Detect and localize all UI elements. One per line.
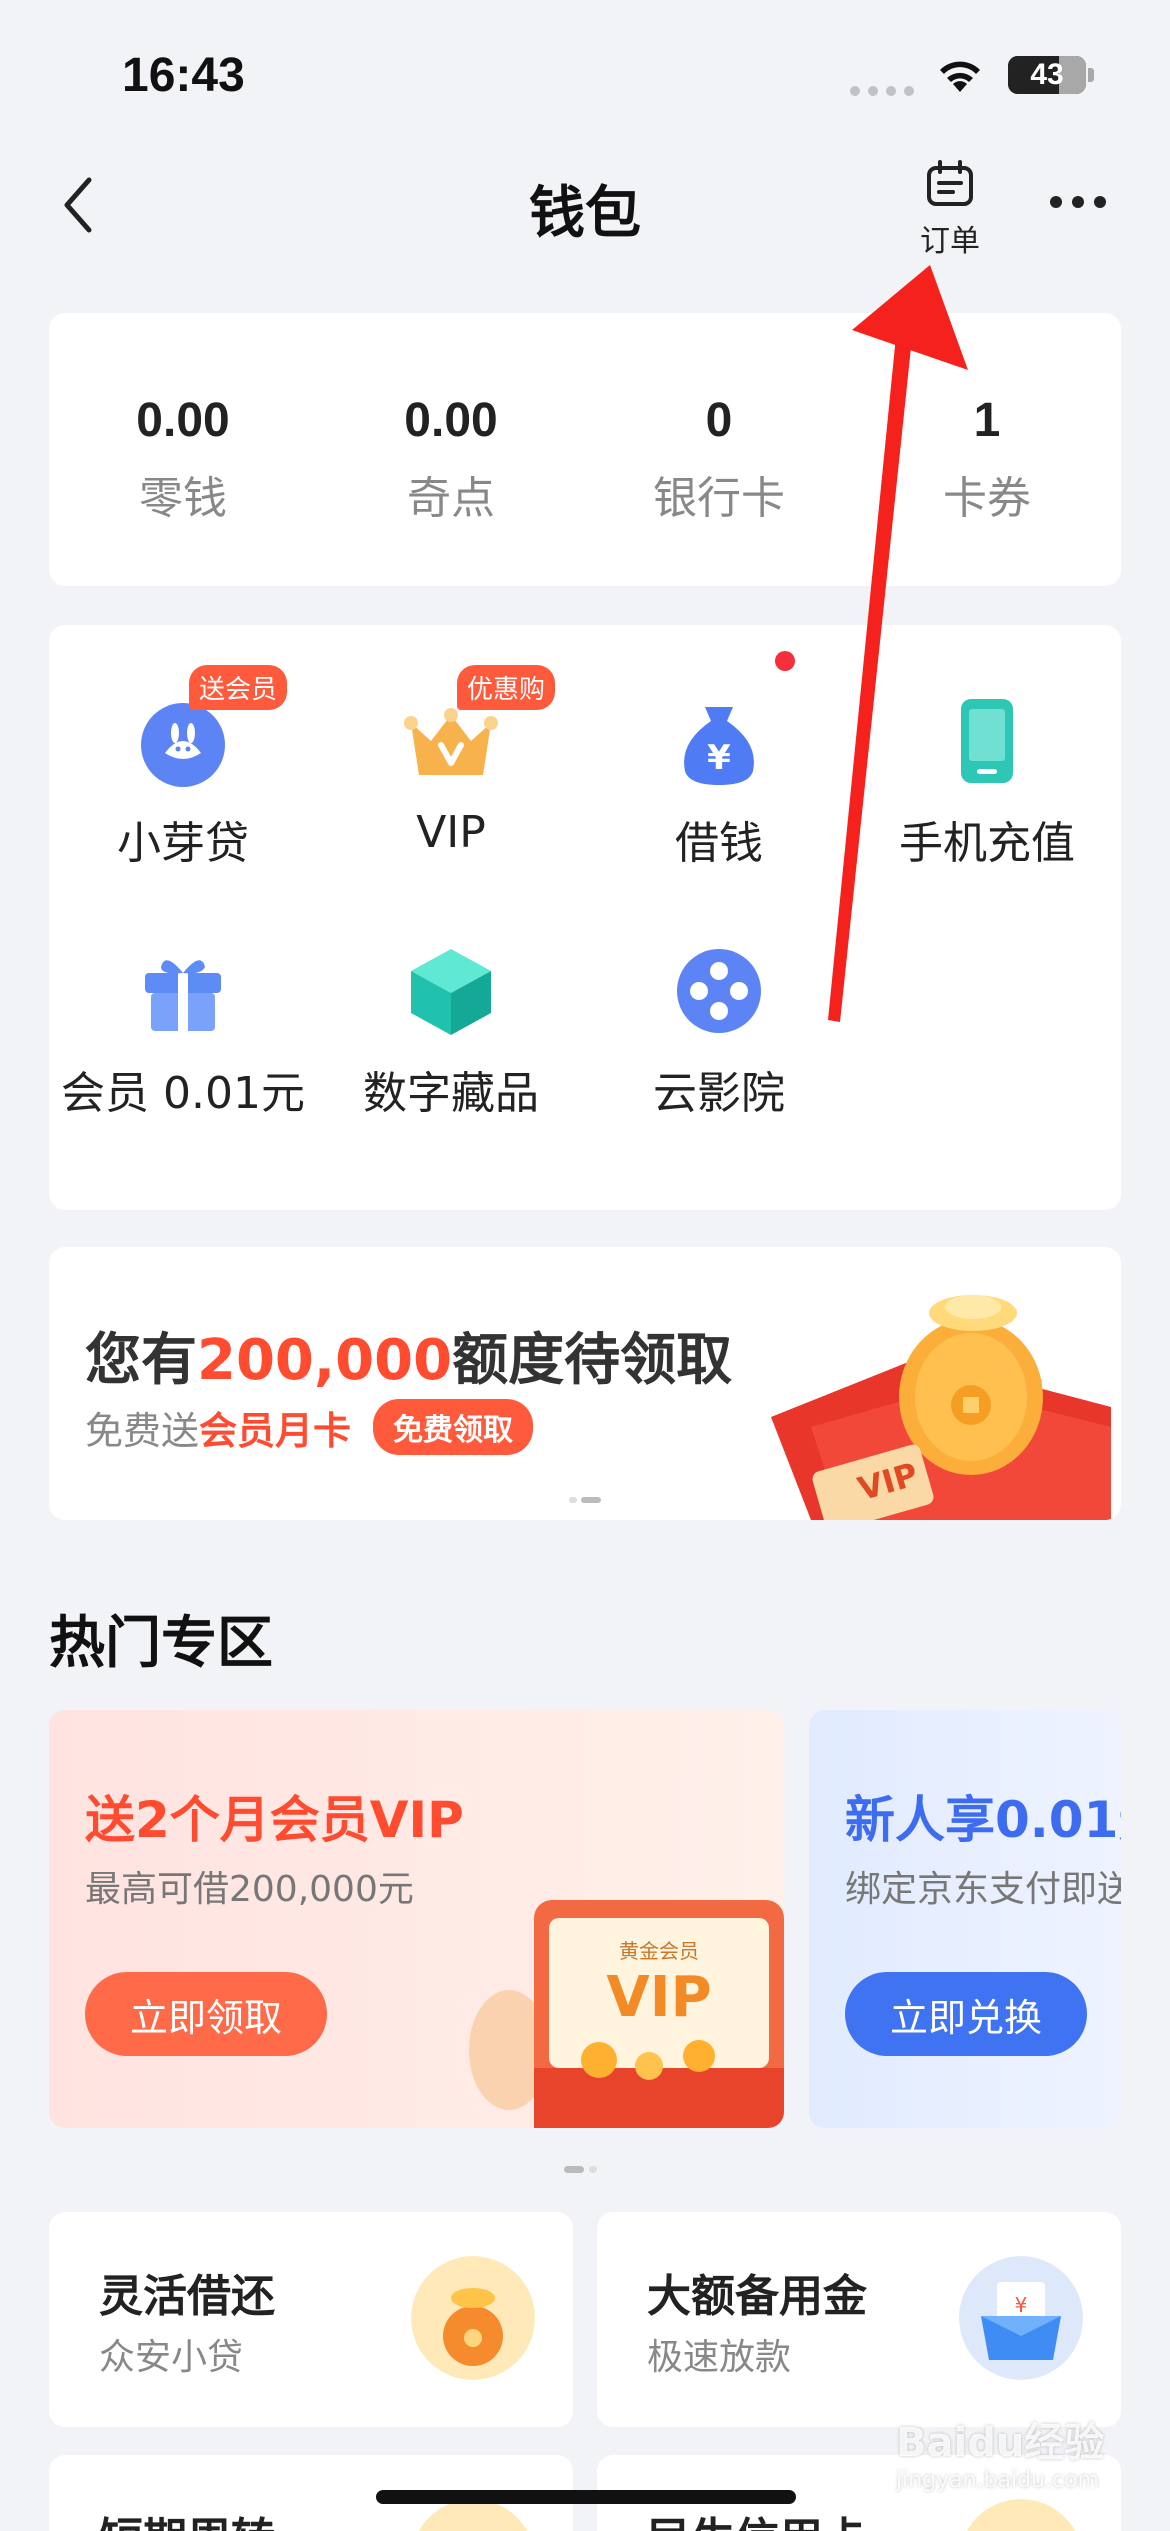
balance-item-bank-cards[interactable]: 0 银行卡: [585, 313, 853, 586]
service-xiaoyadai[interactable]: 送会员 小芽贷: [49, 665, 317, 871]
service-label: 小芽贷: [117, 818, 249, 869]
film-reel-icon: [677, 949, 761, 1033]
battery-icon: 43: [1008, 56, 1086, 94]
gold-bag-icon: [411, 2256, 535, 2380]
orders-button[interactable]: 订单: [908, 160, 992, 260]
cube-icon: [411, 949, 491, 1035]
balance-item-change[interactable]: 0.00 零钱: [49, 313, 317, 586]
product-title: 灵活借还: [99, 2271, 275, 2322]
home-indicator: [376, 2490, 796, 2504]
vip-art-text: VIP: [606, 1965, 711, 2030]
envelope-box-icon: ¥: [959, 2256, 1083, 2380]
calendar-icon: [927, 160, 973, 206]
cellular-signal-icon: [850, 86, 914, 96]
balance-value: 0.00: [404, 394, 498, 447]
promo-title: 新人享0.01元: [845, 1791, 1121, 1849]
service-badge: 送会员: [189, 665, 288, 710]
vip-art-label: 黄金会员: [619, 1939, 699, 1963]
status-bar: 16:43 43: [0, 0, 1170, 140]
product-title: 短期周转: [99, 2503, 275, 2531]
product-subtitle: 极速放款: [647, 2337, 792, 2378]
service-label: 手机充值: [899, 818, 1075, 869]
hot-section-title: 热门专区: [49, 1611, 273, 1676]
service-badge: 优惠购: [457, 665, 556, 710]
balance-label: 奇点: [407, 473, 495, 524]
service-cloud-cinema[interactable]: 云影院: [585, 943, 853, 1121]
orders-label: 订单: [920, 224, 980, 259]
svg-text:¥: ¥: [707, 738, 731, 778]
promo-card-vip[interactable]: 送2个月会员VIP 最高可借200,000元 立即领取 黄金会员 VIP: [49, 1710, 784, 2128]
balance-item-coupons[interactable]: 1 卡券: [853, 313, 1121, 586]
services-grid: 送会员 小芽贷 优惠购 VIP ¥ 借钱 手机充值 会员 0.01元 数字藏品 …: [49, 625, 1121, 1210]
free-claim-button[interactable]: 免费领取: [373, 1399, 534, 1455]
banner-page-indicator: [569, 1497, 601, 1503]
product-title: 大额备用金: [647, 2271, 867, 2322]
gift-icon: [145, 960, 221, 1031]
service-member-offer[interactable]: 会员 0.01元: [49, 943, 317, 1121]
service-borrow[interactable]: ¥ 借钱: [585, 651, 853, 871]
status-time: 16:43: [122, 49, 245, 102]
balance-value: 0.00: [136, 394, 230, 447]
more-options-icon[interactable]: [1050, 196, 1106, 208]
claim-now-button[interactable]: 立即领取: [85, 1972, 327, 2056]
notification-dot: [775, 651, 795, 671]
vip-treasure-box-illustration: 黄金会员 VIP: [469, 1900, 784, 2128]
card-icon: [966, 2499, 1076, 2531]
service-vip[interactable]: 优惠购 VIP: [317, 665, 585, 858]
promo-subtitle: 绑定京东支付即送: [845, 1869, 1121, 1910]
balance-label: 卡券: [943, 473, 1031, 524]
service-phone-topup[interactable]: 手机充值: [853, 693, 1121, 871]
product-subtitle: 众安小贷: [99, 2337, 244, 2378]
money-bag-illustration: VIP: [771, 1295, 1111, 1520]
promo-subtitle: 最高可借200,000元: [85, 1869, 414, 1910]
service-label: 数字藏品: [363, 1068, 539, 1119]
balance-value: 0: [705, 394, 733, 447]
credit-limit-banner[interactable]: 您有200,000额度待领取 免费送 会员月卡 免费领取 VIP: [49, 1247, 1121, 1520]
promo-card-new-user[interactable]: 新人享0.01元 绑定京东支付即送 立即兑换: [809, 1710, 1121, 2128]
service-label: 会员 0.01元: [61, 1068, 305, 1119]
promo-title: 送2个月会员VIP: [85, 1791, 464, 1849]
product-flexible-loan[interactable]: 灵活借还 众安小贷: [49, 2212, 573, 2427]
promo-page-indicator: [564, 2166, 597, 2173]
battery-level: 43: [1030, 58, 1064, 91]
phone-icon: [961, 699, 1013, 783]
balance-label: 银行卡: [653, 473, 785, 524]
baidu-watermark: Baidu经验 jingyan.baidu.com: [896, 2420, 1105, 2493]
money-bag-icon: ¥: [684, 707, 754, 785]
service-label: 云影院: [653, 1068, 785, 1119]
wifi-icon: [940, 61, 980, 92]
banner-subtitle: 免费送 会员月卡 免费领取: [85, 1399, 534, 1455]
service-label: VIP: [416, 807, 486, 858]
balance-label: 零钱: [139, 473, 227, 524]
banner-headline: 您有200,000额度待领取: [85, 1328, 733, 1393]
product-title: 民生信用卡: [647, 2503, 867, 2531]
page-title: 钱包: [529, 181, 641, 246]
balance-summary-card: 0.00 零钱 0.00 奇点 0 银行卡 1 卡券: [49, 313, 1121, 586]
svg-text:¥: ¥: [1015, 2293, 1028, 2317]
service-digital-collectibles[interactable]: 数字藏品: [317, 943, 585, 1121]
product-large-reserve[interactable]: 大额备用金 极速放款 ¥: [597, 2212, 1121, 2427]
service-label: 借钱: [675, 818, 763, 869]
balance-value: 1: [973, 394, 1001, 447]
redeem-now-button[interactable]: 立即兑换: [845, 1972, 1087, 2056]
balance-item-points[interactable]: 0.00 奇点: [317, 313, 585, 586]
